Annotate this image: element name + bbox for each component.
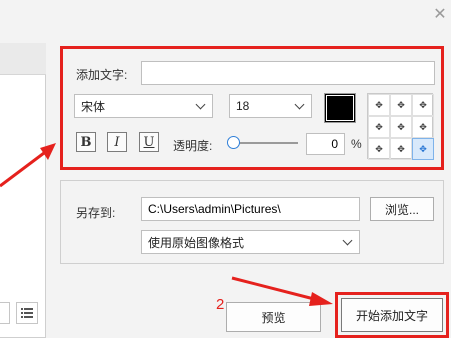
position-top-right-button[interactable]: ✥	[412, 94, 434, 116]
position-top-center-button[interactable]: ✥	[390, 94, 412, 116]
font-select[interactable]: 宋体	[74, 94, 213, 118]
add-text-input[interactable]	[141, 61, 435, 85]
save-path-input[interactable]	[141, 197, 360, 221]
font-value: 宋体	[81, 99, 106, 114]
position-bottom-center-button[interactable]: ✥	[390, 138, 412, 160]
arrow-to-start-button	[231, 276, 319, 302]
browse-button[interactable]: 浏览...	[370, 197, 434, 221]
text-color-swatch[interactable]	[324, 93, 356, 123]
position-middle-left-button[interactable]: ✥	[368, 116, 390, 138]
preview-button[interactable]: 预览	[226, 302, 321, 332]
close-icon[interactable]: ✕	[431, 6, 449, 24]
start-button-highlight	[335, 292, 449, 338]
page-input[interactable]	[0, 302, 10, 324]
position-bottom-left-button[interactable]: ✥	[368, 138, 390, 160]
underline-button[interactable]: U	[139, 132, 159, 152]
position-top-left-button[interactable]: ✥	[368, 94, 390, 116]
position-bottom-right-button[interactable]: ✥	[412, 138, 434, 160]
bold-button[interactable]: B	[76, 132, 96, 152]
list-icon	[21, 308, 33, 318]
chevron-down-icon	[295, 101, 305, 111]
position-grid: ✥ ✥ ✥ ✥ ✥ ✥ ✥ ✥ ✥	[367, 93, 434, 160]
chevron-down-icon	[343, 237, 353, 247]
save-to-label: 另存到:	[76, 206, 116, 220]
preview-pane	[0, 43, 46, 338]
list-view-button[interactable]	[16, 302, 38, 324]
size-value: 18	[236, 99, 250, 113]
italic-button[interactable]: I	[107, 132, 127, 152]
opacity-unit: %	[351, 137, 362, 151]
annotation-number: 2	[216, 296, 225, 313]
size-select[interactable]: 18	[229, 94, 312, 118]
preview-pane-header	[0, 43, 46, 75]
position-center-button[interactable]: ✥	[390, 116, 412, 138]
add-text-label: 添加文字:	[76, 68, 128, 82]
opacity-label: 透明度:	[173, 139, 213, 153]
format-select[interactable]: 使用原始图像格式	[141, 230, 360, 254]
position-middle-right-button[interactable]: ✥	[412, 116, 434, 138]
chevron-down-icon	[196, 101, 206, 111]
format-value: 使用原始图像格式	[148, 235, 245, 250]
opacity-slider-thumb[interactable]	[227, 136, 240, 149]
opacity-input[interactable]	[306, 133, 345, 155]
